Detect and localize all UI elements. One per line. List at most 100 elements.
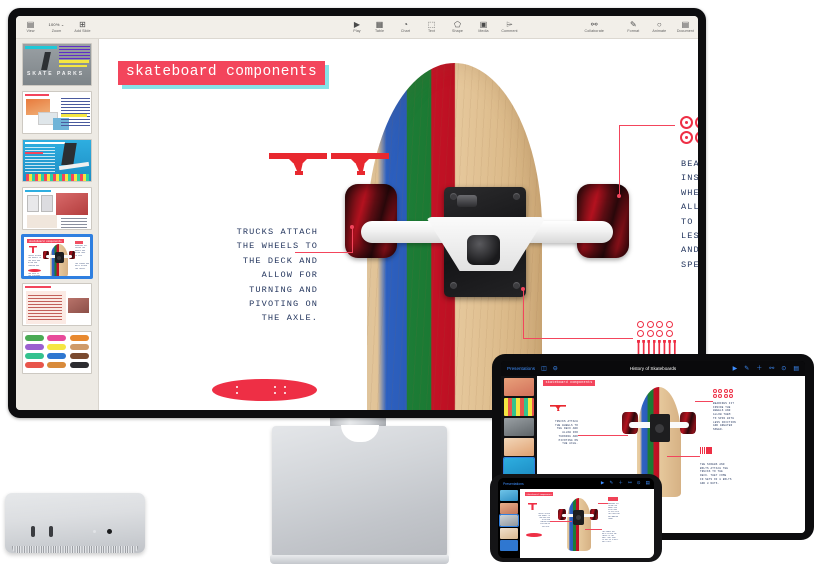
format-brush-icon[interactable]: ✎ — [609, 481, 613, 486]
iphone: Presentations ▶ ✎ ＋ ⚯ ⊙ ▤ skateboard com… — [490, 474, 662, 562]
format-brush-icon[interactable]: ✎ — [744, 366, 749, 372]
ipad-back-button[interactable]: Presentations — [507, 366, 535, 371]
play-button[interactable]: ▶ Play — [349, 20, 366, 34]
add-slide-button[interactable]: ⊞ Add Slide — [74, 20, 91, 34]
add-slide-icon: ⊞ — [79, 19, 86, 29]
sidebar-toggle-icon[interactable]: ◫ — [541, 366, 547, 372]
keynote-toolbar[interactable]: ▤ View 100% ⌄ Zoom ⊞ Add Slide ▶ Play ▦ … — [16, 16, 698, 39]
iphone-slide-canvas[interactable]: skateboard components TRUCKS ATTACH THE … — [520, 489, 654, 558]
ipad-screws-icon — [700, 447, 712, 454]
table-icon: ▦ — [375, 19, 384, 29]
add-icon[interactable]: ＋ — [756, 366, 762, 372]
slide-thumbnail-8[interactable] — [22, 187, 92, 230]
text-label: Text — [428, 29, 435, 33]
iphone-thumbnail[interactable] — [500, 540, 518, 551]
ipad-callout-bearings: BEARINGS FIT INSIDE THE WHEELS AND ALLOW… — [713, 402, 736, 431]
play-label: Play — [353, 29, 361, 33]
slide-thumbnail-11[interactable] — [22, 331, 92, 374]
shape-label: Shape — [452, 29, 463, 33]
leader-line-trucks-vert — [352, 228, 354, 253]
baseplate-screw — [450, 193, 457, 200]
leader-line-screws — [523, 338, 633, 340]
slide-thumbnail-9-selected[interactable]: skateboard components TRUCKS ATTACH THE … — [22, 235, 92, 278]
ipad-thumbnail[interactable] — [504, 438, 534, 456]
iphone-thumbnail[interactable] — [500, 502, 518, 514]
chart-label: Chart — [400, 29, 411, 33]
collaborate-button[interactable]: ⚯ Collaborate — [585, 20, 604, 34]
text-icon: ⬚ — [427, 19, 436, 29]
callout-bearings-text[interactable]: BEARINGS FIT INSIDE THE WHEELS AND ALLOW… — [681, 157, 698, 272]
zoom-icon[interactable]: ⊖ — [553, 366, 558, 372]
add-slide-label: Add Slide — [74, 29, 91, 33]
collaborate-icon[interactable]: ⚯ — [769, 366, 774, 372]
view-button[interactable]: ▤ View — [22, 20, 39, 34]
bearings-icon — [680, 116, 698, 145]
media-button[interactable]: ▣ Media — [475, 20, 492, 34]
callout-trucks-text[interactable]: TRUCKS ATTACH THE WHEELS TO THE DECK AND… — [203, 225, 318, 326]
slide-thumbnail-5[interactable]: SKATE PARKS — [22, 43, 92, 86]
format-brush-icon: ✎ — [629, 19, 637, 29]
document-icon[interactable]: ▤ — [793, 366, 799, 372]
leader-line-bearings — [619, 125, 675, 127]
slide-navigator[interactable]: SKATE PARKS skateboard components TRUCKS… — [16, 39, 99, 410]
iphone-right-group: ▶ ✎ ＋ ⚯ ⊙ ▤ — [601, 481, 650, 486]
iphone-slide-navigator[interactable] — [498, 489, 520, 558]
ipad-truck-icon — [550, 404, 566, 412]
leader-dot-bearings — [617, 194, 621, 198]
display-screen: ▤ View 100% ⌄ Zoom ⊞ Add Slide ▶ Play ▦ … — [16, 16, 698, 410]
table-button[interactable]: ▦ Table — [371, 20, 388, 34]
nuts-group — [637, 321, 676, 337]
slide-thumbnail-10[interactable] — [22, 283, 92, 326]
iphone-slide-title: skateboard components — [525, 492, 554, 496]
leader-dot-screws — [521, 287, 525, 291]
iphone-thumbnail-selected[interactable] — [499, 514, 519, 527]
collaborate-icon[interactable]: ⚯ — [628, 481, 632, 486]
iphone-thumbnail[interactable] — [500, 527, 518, 539]
comment-icon: ⌲ — [506, 19, 513, 29]
ipad-thumbnail[interactable] — [504, 418, 534, 436]
page-title: skateboard components — [126, 64, 318, 80]
power-indicator — [107, 529, 112, 534]
toolbar-right-group: ✎ Format ○ Animate ▤ Document — [625, 20, 694, 34]
play-icon[interactable]: ▶ — [733, 366, 738, 372]
pivot-nut — [457, 195, 477, 207]
more-icon[interactable]: ⊙ — [637, 481, 641, 486]
shape-button[interactable]: ⬠ Shape — [449, 20, 466, 34]
vent-grille — [12, 546, 138, 553]
animate-button[interactable]: ○ Animate — [651, 20, 668, 34]
sd-card-slot — [93, 530, 96, 533]
document-icon[interactable]: ▤ — [646, 481, 650, 486]
iphone-toolbar[interactable]: Presentations ▶ ✎ ＋ ⚯ ⊙ ▤ — [498, 478, 654, 489]
comment-button[interactable]: ⌲ Comment — [501, 20, 518, 34]
slide-thumbnail-7[interactable] — [22, 139, 92, 182]
iphone-callout-screws: THE SCREWS AND BOLTS ATTACH THE TRUCKS T… — [602, 532, 619, 544]
iphone-screen: Presentations ▶ ✎ ＋ ⚯ ⊙ ▤ skateboard com… — [498, 478, 654, 558]
screws-icon — [637, 321, 677, 355]
collaborate-label: Collaborate — [584, 29, 604, 33]
text-button[interactable]: ⬚ Text — [423, 20, 440, 34]
format-button[interactable]: ✎ Format — [625, 20, 642, 34]
collaborate-icon: ⚯ — [590, 19, 598, 29]
ipad-thumbnail[interactable] — [504, 378, 534, 396]
more-icon[interactable]: ⊙ — [781, 366, 786, 372]
animate-icon: ○ — [656, 19, 662, 29]
play-icon[interactable]: ▶ — [601, 481, 605, 486]
chart-button[interactable]: ◔ Chart — [397, 20, 414, 34]
ipad-thumbnail[interactable] — [504, 398, 534, 416]
truck-icon — [269, 153, 327, 175]
add-icon[interactable]: ＋ — [618, 481, 623, 486]
baseplate-screw — [513, 193, 520, 200]
toolbar-collab-group: ⚯ Collaborate — [585, 20, 604, 34]
iphone-thumbnail[interactable] — [500, 490, 518, 501]
slide-title-banner[interactable]: skateboard components — [118, 61, 330, 89]
ipad-toolbar[interactable]: Presentations ◫ ⊖ History of Skateboards… — [501, 361, 805, 376]
mini-slide-current: skateboard components TRUCKS ATTACH THE … — [24, 237, 90, 276]
document-button[interactable]: ▤ Document — [677, 20, 694, 34]
chart-icon: ◔ — [403, 19, 408, 29]
kingpin-nut — [467, 235, 500, 265]
play-icon: ▶ — [353, 19, 361, 29]
iphone-back-button[interactable]: Presentations — [503, 482, 524, 486]
zoom-control[interactable]: 100% ⌄ Zoom — [48, 20, 65, 34]
slide-thumbnail-6[interactable] — [22, 91, 92, 134]
media-label: Media — [478, 29, 489, 33]
